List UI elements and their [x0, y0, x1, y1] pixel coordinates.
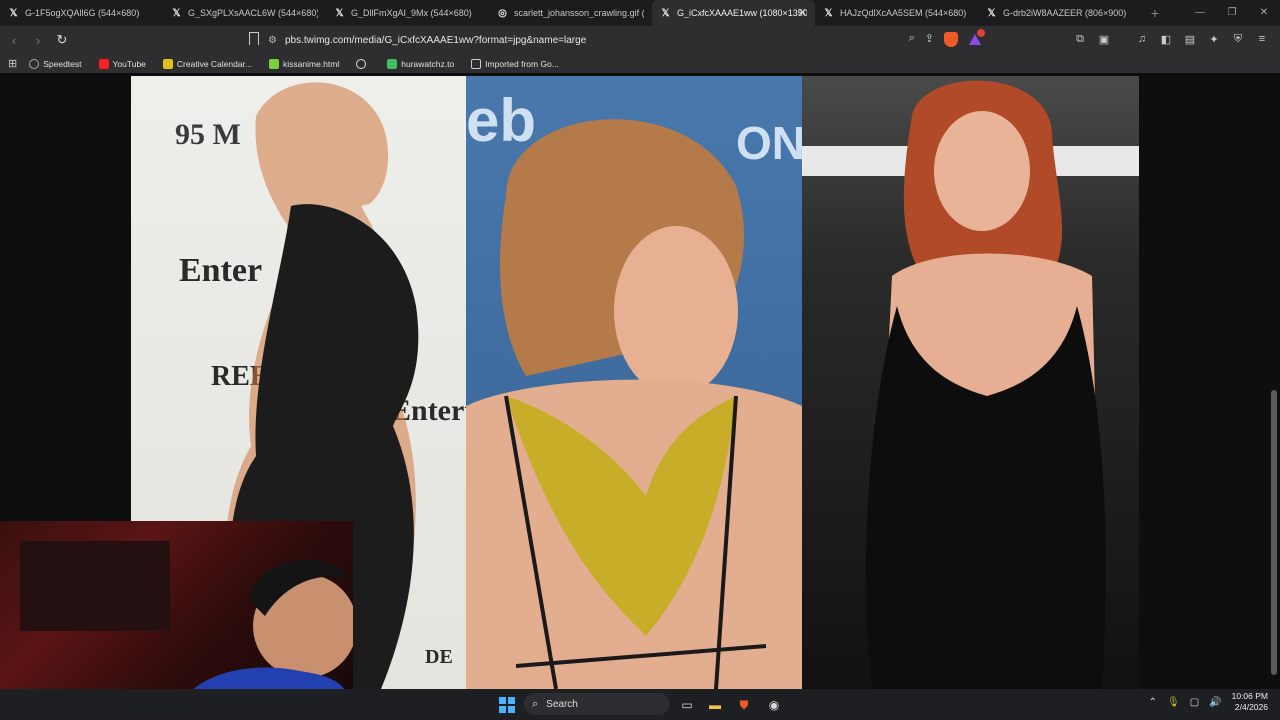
window-controls: — ❐ ✕	[1184, 0, 1280, 26]
task-view-icon[interactable]: ▭	[678, 696, 696, 714]
bookmarks-bar: ⊞ Speedtest YouTube Creative Calendar...…	[0, 54, 1280, 73]
tab-strip: 𝕏 G-1F5ogXQAll6G (544×680) 𝕏 G_SXgPLXsAACL…	[0, 0, 1280, 26]
start-button[interactable]	[498, 696, 516, 714]
tab-3[interactable]: ◎scarlett_johansson_crawling.gif (423	[489, 0, 652, 26]
browser-tools: ⧉ ▣ ♫ ◧ ▤ ✦ ⛨ ≡	[1072, 33, 1270, 46]
photo-middle: eb ON	[466, 76, 802, 689]
minimize-icon[interactable]: —	[1184, 0, 1216, 26]
menu-icon[interactable]: ≡	[1254, 33, 1270, 46]
separator	[1120, 33, 1126, 46]
x-icon: 𝕏	[824, 7, 833, 19]
brave-rewards-icon[interactable]	[968, 29, 985, 46]
site-info-icon[interactable]: ⚙	[268, 35, 277, 46]
new-tab-icon[interactable]: +	[1145, 5, 1165, 21]
x-icon: 𝕏	[172, 7, 181, 19]
bookmark-page-icon[interactable]	[249, 32, 259, 45]
taskbar-search[interactable]: ⌕ Search	[524, 693, 670, 715]
tab-4-active[interactable]: 𝕏 G_iCxfcXAAAE1ww (1080×1350) ✕	[652, 0, 815, 26]
leaf-icon	[269, 58, 280, 69]
search-icon: ⌕	[532, 697, 539, 710]
file-explorer-icon[interactable]: ▬	[706, 696, 724, 714]
youtube-icon	[98, 58, 109, 69]
notification-badge	[977, 29, 985, 37]
globe-icon: ◎	[498, 7, 507, 19]
x-icon: 𝕏	[661, 7, 670, 19]
tab-0[interactable]: 𝕏 G-1F5ogXQAll6G (544×680)	[0, 0, 163, 26]
address-bar[interactable]: ⚙ pbs.twimg.com/media/G_iCxfcXAAAE1ww?fo…	[268, 29, 990, 50]
play-icon	[387, 58, 398, 69]
obs-icon[interactable]: ◉	[765, 696, 783, 714]
system-tray: ⌃ 🎙 ▢ 🔊 10:06 PM 2/4/2026	[1149, 691, 1268, 713]
globe-icon	[356, 58, 367, 69]
x-icon: 𝕏	[9, 7, 18, 19]
tab-6[interactable]: 𝕏 G-drb2iW8AAZEER (806×900)	[978, 0, 1141, 26]
bookmark-globe[interactable]	[356, 58, 370, 69]
calendar-icon	[162, 58, 173, 69]
bookmark-hurawatch[interactable]: hurawatchz.to	[387, 58, 454, 69]
figure-silhouette	[466, 119, 802, 689]
close-window-icon[interactable]: ✕	[1248, 0, 1280, 26]
music-icon[interactable]: ♫	[1134, 33, 1150, 46]
screenshot-icon[interactable]: ▣	[1096, 33, 1112, 46]
scrollbar[interactable]	[1271, 390, 1277, 675]
figure-silhouette	[802, 80, 1139, 689]
restore-icon[interactable]: ❐	[1216, 0, 1248, 26]
bookmark-kissanime[interactable]: kissanime.html	[269, 58, 339, 69]
forward-icon[interactable]: ›	[28, 33, 48, 48]
tab-5[interactable]: 𝕏 HAJzQdlXcAA5SEM (544×680)	[815, 0, 978, 26]
share-icon[interactable]: ⇪	[925, 32, 934, 47]
x-icon: 𝕏	[335, 7, 344, 19]
clock[interactable]: 10:06 PM 2/4/2026	[1232, 691, 1268, 713]
brave-shields-icon[interactable]	[944, 32, 958, 47]
windows-icon	[499, 697, 515, 713]
bookmark-youtube[interactable]: YouTube	[98, 58, 146, 69]
zoom-icon[interactable]: ⌕	[909, 32, 915, 47]
sidebar-icon[interactable]: ◧	[1158, 33, 1174, 46]
chevron-up-icon[interactable]: ⌃	[1149, 697, 1157, 708]
bookmark-creative-calendar[interactable]: Creative Calendar...	[162, 58, 252, 69]
x-icon: 𝕏	[987, 7, 996, 19]
mic-icon[interactable]: 🎙	[1167, 697, 1180, 708]
reload-icon[interactable]: ↻	[52, 32, 72, 48]
folder-icon	[471, 58, 482, 69]
bookmark-speedtest[interactable]: Speedtest	[29, 58, 82, 69]
close-tab-icon[interactable]: ✕	[798, 6, 807, 19]
volume-icon[interactable]: 🔊	[1209, 697, 1221, 708]
wallet-icon[interactable]: ▤	[1182, 33, 1198, 46]
address-actions: ⌕ ⇪	[909, 29, 985, 47]
back-icon[interactable]: ‹	[4, 33, 24, 48]
photo-right	[802, 76, 1139, 689]
leo-icon[interactable]: ✦	[1206, 33, 1222, 46]
extensions-icon[interactable]: ⧉	[1072, 33, 1088, 46]
bookmark-folder-imported[interactable]: Imported from Go...	[471, 58, 559, 69]
url-text[interactable]: pbs.twimg.com/media/G_iCxfcXAAAE1ww?form…	[285, 35, 586, 46]
tab-2[interactable]: 𝕏 G_DllFmXgAI_9Mx (544×680)	[326, 0, 489, 26]
brave-taskbar-icon[interactable]: ⛊	[735, 696, 753, 714]
apps-grid-icon[interactable]: ⊞	[8, 57, 17, 70]
tab-1[interactable]: 𝕏 G_SXgPLXsAACL6W (544×680)	[163, 0, 326, 26]
network-icon[interactable]: ▢	[1190, 697, 1199, 708]
speedtest-icon	[29, 58, 40, 69]
vpn-icon[interactable]: ⛨	[1230, 33, 1246, 46]
